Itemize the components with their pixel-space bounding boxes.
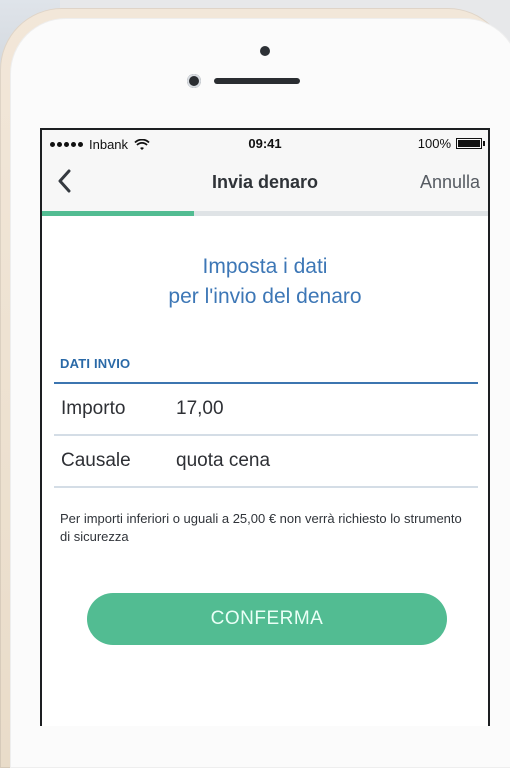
confirm-button[interactable]: CONFERMA (87, 593, 447, 645)
status-bar: Inbank 09:41 100% (42, 128, 488, 156)
reason-field-row[interactable]: Causale quota cena (54, 436, 478, 488)
amount-field-row[interactable]: Importo 17,00 (54, 384, 478, 436)
cancel-button[interactable]: Annulla (420, 172, 480, 193)
battery-percent: 100% (417, 136, 451, 151)
battery-icon (456, 138, 485, 149)
form-content: Imposta i dati per l'invio del denaro DA… (42, 216, 488, 726)
front-camera-icon (187, 74, 201, 88)
amount-label: Importo (61, 398, 126, 419)
amount-input[interactable]: 17,00 (176, 398, 224, 420)
form-heading: Imposta i dati per l'invio del denaro (42, 252, 488, 312)
status-right: 100% (417, 136, 485, 151)
phone-screen: Inbank 09:41 100% Invia denaro Annulla I… (40, 128, 490, 726)
navigation-bar: Invia denaro Annulla (42, 156, 488, 211)
heading-line-1: Imposta i dati (202, 255, 328, 278)
reason-label: Causale (61, 450, 131, 471)
section-label: DATI INVIO (60, 356, 131, 371)
reason-input[interactable]: quota cena (176, 450, 270, 472)
camera-icon (260, 46, 270, 56)
security-info-text: Per importi inferiori o uguali a 25,00 €… (60, 511, 462, 544)
heading-line-2: per l'invio del denaro (168, 285, 362, 308)
speaker-icon (214, 78, 300, 84)
